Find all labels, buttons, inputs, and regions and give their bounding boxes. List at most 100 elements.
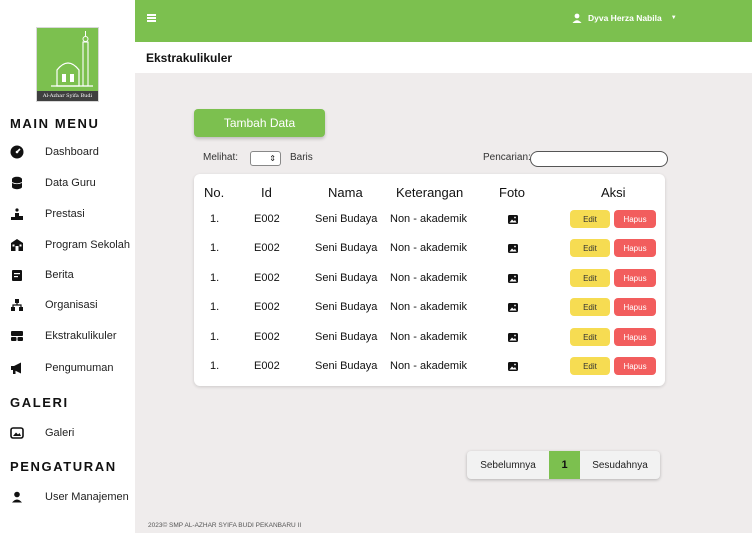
edit-button[interactable]: Edit	[570, 269, 610, 287]
sidebar-item-label: Berita	[45, 269, 74, 281]
caret-down-icon: ▼	[670, 15, 677, 21]
hamburger-menu-icon[interactable]	[147, 14, 156, 22]
cell-no: 1.	[210, 272, 220, 284]
footer-copyright: 2023© SMP AL-AZHAR SYIFA BUDI PEKANBARU …	[148, 522, 302, 529]
sidebar-item-label: Galeri	[45, 427, 75, 439]
school-logo: Al-Azhar Syifa Budi	[36, 27, 99, 102]
page-number-button[interactable]: 1	[549, 451, 580, 479]
sidebar-item-program-sekolah[interactable]: Program Sekolah	[10, 234, 135, 256]
delete-button[interactable]: Hapus	[614, 210, 656, 228]
cell-no: 1.	[210, 242, 220, 254]
grid-icon	[10, 329, 24, 343]
edit-button[interactable]: Edit	[570, 210, 610, 228]
photo-icon[interactable]	[508, 362, 518, 371]
stepper-arrows-icon: ⇕	[269, 154, 276, 163]
edit-button[interactable]: Edit	[570, 357, 610, 375]
cell-id: E002	[254, 360, 280, 372]
column-header-no: No.	[204, 185, 225, 200]
sidebar-item-data-guru[interactable]: Data Guru	[10, 172, 135, 194]
photo-icon[interactable]	[508, 303, 518, 312]
dashboard-icon	[10, 145, 24, 159]
next-page-button[interactable]: Sesudahnya	[580, 451, 660, 479]
edit-button[interactable]: Edit	[570, 328, 610, 346]
sidebar-item-label: Prestasi	[45, 208, 85, 220]
cell-keterangan: Non - akademik	[390, 360, 468, 372]
sidebar-item-label: Data Guru	[45, 177, 96, 189]
sidebar-item-ekstrakulikuler[interactable]: Ekstrakulikuler	[10, 325, 135, 347]
sidebar-item-dashboard[interactable]: Dashboard	[10, 141, 135, 163]
cell-keterangan: Non - akademik	[390, 242, 468, 254]
news-icon	[10, 268, 24, 282]
sidebar-item-organisasi[interactable]: Organisasi	[10, 294, 135, 316]
logo-caption: Al-Azhar Syifa Budi	[37, 91, 98, 101]
add-data-button[interactable]: Tambah Data	[194, 109, 325, 137]
rows-label: Baris	[290, 152, 313, 163]
search-label: Pencarian:	[483, 152, 531, 163]
sidebar-item-label: Pengumuman	[45, 362, 114, 374]
delete-button[interactable]: Hapus	[614, 328, 656, 346]
sidebar-item-label: Program Sekolah	[45, 239, 130, 251]
cell-nama: Seni Budaya	[315, 360, 378, 372]
main-menu-title: MAIN MENU	[10, 116, 100, 131]
rows-stepper[interactable]: ⇕	[250, 151, 281, 166]
top-bar: Dyva Herza Nabila ▼	[135, 0, 752, 42]
cell-keterangan: Non - akademik	[390, 213, 468, 225]
photo-icon[interactable]	[508, 215, 518, 224]
cell-nama: Seni Budaya	[315, 213, 378, 225]
edit-button[interactable]: Edit	[570, 239, 610, 257]
previous-page-button[interactable]: Sebelumnya	[467, 451, 549, 479]
show-entries-label: Melihat:	[203, 152, 239, 163]
cell-no: 1.	[210, 360, 220, 372]
sidebar-item-pengumuman[interactable]: Pengumuman	[10, 357, 135, 379]
user-icon	[10, 490, 24, 504]
delete-button[interactable]: Hapus	[614, 269, 656, 287]
edit-button[interactable]: Edit	[570, 298, 610, 316]
cell-id: E002	[254, 301, 280, 313]
organization-icon	[10, 298, 24, 312]
search-input[interactable]	[530, 151, 668, 167]
user-menu[interactable]: Dyva Herza Nabila ▼	[572, 13, 677, 23]
sidebar-item-label: User Manajemen	[45, 491, 129, 503]
column-header-aksi: Aksi	[601, 185, 626, 200]
cell-id: E002	[254, 213, 280, 225]
podium-icon	[10, 207, 24, 221]
page-title: Ekstrakulikuler	[146, 51, 233, 65]
cell-keterangan: Non - akademik	[390, 331, 468, 343]
sidebar-item-label: Organisasi	[45, 299, 98, 311]
cell-no: 1.	[210, 213, 220, 225]
user-name: Dyva Herza Nabila	[588, 13, 662, 23]
sidebar-item-user-manajemen[interactable]: User Manajemen	[10, 486, 135, 508]
mosque-logo-icon	[37, 28, 98, 93]
pagination: Sebelumnya 1 Sesudahnya	[467, 451, 660, 479]
column-header-foto: Foto	[499, 185, 526, 200]
school-icon	[10, 238, 24, 252]
delete-button[interactable]: Hapus	[614, 239, 656, 257]
cell-nama: Seni Budaya	[315, 242, 378, 254]
gallery-section-title: GALERI	[10, 395, 69, 410]
database-icon	[10, 176, 24, 190]
cell-keterangan: Non - akademik	[390, 272, 468, 284]
sidebar-item-galeri[interactable]: Galeri	[10, 422, 135, 444]
sidebar-item-label: Ekstrakulikuler	[45, 330, 117, 342]
cell-no: 1.	[210, 331, 220, 343]
sidebar: Al-Azhar Syifa Budi MAIN MENU Dashboard …	[0, 0, 135, 533]
photo-icon[interactable]	[508, 244, 518, 253]
cell-nama: Seni Budaya	[315, 301, 378, 313]
delete-button[interactable]: Hapus	[614, 298, 656, 316]
sidebar-item-berita[interactable]: Berita	[10, 264, 135, 286]
delete-button[interactable]: Hapus	[614, 357, 656, 375]
photo-icon[interactable]	[508, 333, 518, 342]
cell-nama: Seni Budaya	[315, 272, 378, 284]
column-header-nama: Nama	[328, 185, 363, 200]
photo-icon[interactable]	[508, 274, 518, 283]
cell-id: E002	[254, 331, 280, 343]
user-icon	[572, 13, 582, 23]
settings-section-title: PENGATURAN	[10, 459, 117, 474]
cell-nama: Seni Budaya	[315, 331, 378, 343]
sidebar-item-prestasi[interactable]: Prestasi	[10, 203, 135, 225]
cell-id: E002	[254, 242, 280, 254]
cell-id: E002	[254, 272, 280, 284]
megaphone-icon	[10, 361, 24, 375]
page-header: Ekstrakulikuler	[135, 42, 752, 73]
column-header-id: Id	[261, 185, 272, 200]
